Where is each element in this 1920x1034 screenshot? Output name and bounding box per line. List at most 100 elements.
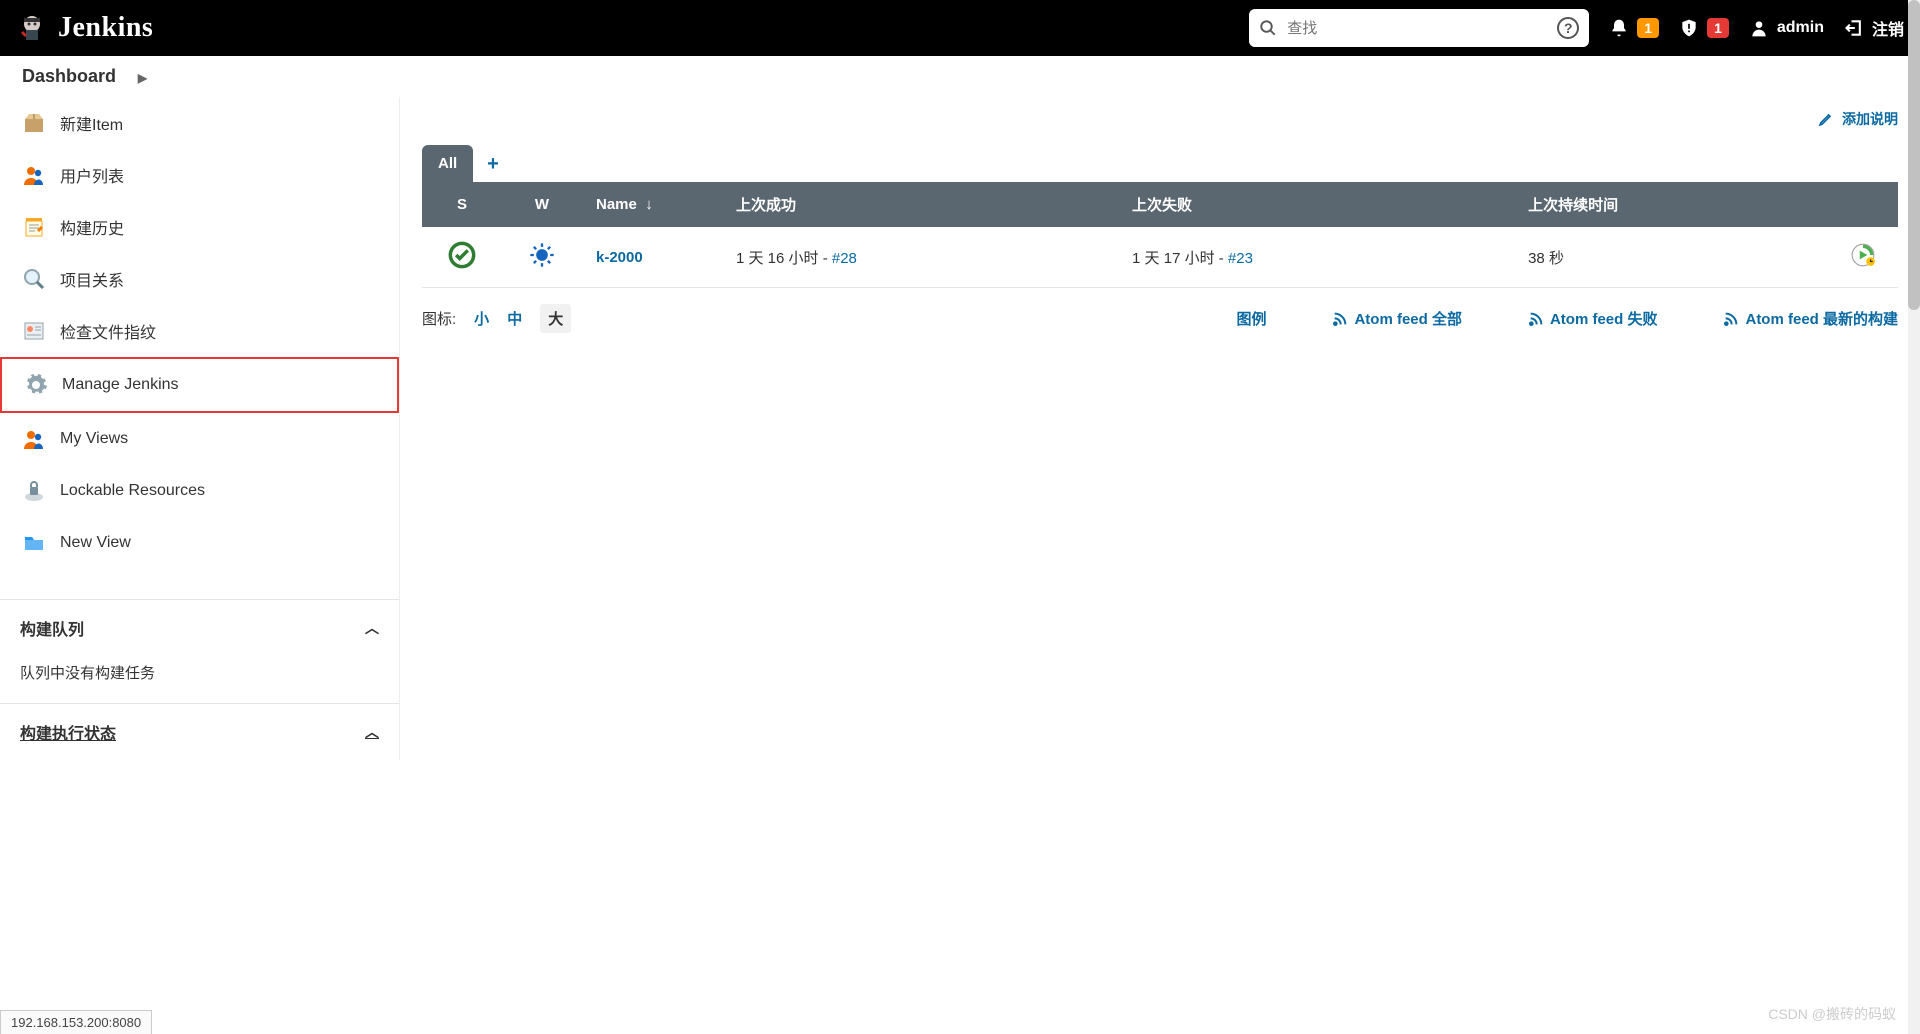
sidebar-item-label: 用户列表 [60, 163, 124, 187]
sidebar-item-fingerprint[interactable]: 检查文件指纹 [0, 305, 399, 357]
build-now-icon[interactable] [1850, 242, 1876, 268]
breadcrumb: Dashboard ▶ [0, 56, 1920, 97]
user-icon [1749, 18, 1769, 38]
col-build [1828, 182, 1898, 227]
sidebar-item-build-history[interactable]: 构建历史 [0, 201, 399, 253]
sidebar-item-label: 项目关系 [60, 267, 124, 291]
sidebar-item-label: Manage Jenkins [62, 376, 179, 394]
sidebar-item-label: 新建Item [60, 111, 123, 135]
sidebar-item-label: 检查文件指纹 [60, 319, 156, 343]
browser-status-bar: 192.168.153.200:8080 [0, 1010, 152, 1034]
executor-status-title: 构建执行状态 [20, 720, 116, 744]
search-box[interactable]: ? [1249, 9, 1589, 47]
sidebar: 新建Item 用户列表 构建历史 项目关系 检查文件指纹 Manage Jenk… [0, 97, 400, 760]
fingerprint-icon [22, 319, 46, 343]
pencil-icon [1818, 111, 1834, 127]
sidebar-item-label: Lockable Resources [60, 482, 205, 500]
notifications-badge: 1 [1637, 18, 1659, 38]
rss-icon [1528, 311, 1544, 327]
sidebar-item-lockable-resources[interactable]: Lockable Resources [0, 465, 399, 517]
tab-all[interactable]: All [422, 145, 473, 182]
rss-icon [1723, 311, 1739, 327]
sidebar-item-my-views[interactable]: My Views [0, 413, 399, 465]
sidebar-item-label: 构建历史 [60, 215, 124, 239]
main-panel: 添加说明 All + S W Name ↓ 上次成功 上次失败 上次持续时间 [400, 97, 1920, 760]
header-bar: Jenkins ? 1 1 admin 注销 [0, 0, 1920, 56]
sidebar-item-manage-jenkins[interactable]: Manage Jenkins [0, 357, 399, 413]
build-queue-title: 构建队列 [20, 616, 84, 640]
icon-size-label: 图标: [422, 308, 456, 329]
folder-icon [22, 531, 46, 555]
magnifier-icon [22, 267, 46, 291]
executor-status-header[interactable]: 构建执行状态 ︿ [0, 703, 399, 760]
shield-alert-icon [1679, 18, 1699, 38]
icon-size-group: 图标: 小 中 大 [422, 304, 571, 333]
search-input[interactable] [1287, 20, 1547, 37]
add-description-link[interactable]: 添加说明 [422, 97, 1898, 145]
table-row: k-2000 1 天 16 小时 - #28 1 天 17 小时 - #23 3… [422, 227, 1898, 288]
bell-icon [1609, 18, 1629, 38]
col-last-failure[interactable]: 上次失败 [1118, 182, 1514, 227]
weather-icon [528, 241, 556, 269]
last-failure-build-link[interactable]: #23 [1228, 250, 1253, 267]
cell-last-failure: 1 天 17 小时 - #23 [1118, 227, 1514, 288]
sidebar-item-label: My Views [60, 430, 128, 448]
add-description-label: 添加说明 [1842, 109, 1898, 129]
col-name[interactable]: Name ↓ [582, 182, 722, 227]
rss-icon [1332, 311, 1348, 327]
scrollbar-thumb[interactable] [1908, 0, 1920, 310]
icon-size-medium[interactable]: 中 [507, 308, 522, 329]
user-name: admin [1777, 19, 1824, 37]
jenkins-logo-icon [16, 12, 48, 44]
col-status[interactable]: S [422, 182, 502, 227]
chevron-up-icon: ︿ [365, 618, 379, 638]
cell-duration: 38 秒 [1514, 227, 1828, 288]
sidebar-item-label: New View [60, 534, 131, 552]
box-icon [22, 111, 46, 135]
col-weather[interactable]: W [502, 182, 582, 227]
sidebar-item-users[interactable]: 用户列表 [0, 149, 399, 201]
logo[interactable]: Jenkins [16, 12, 153, 44]
brand-text: Jenkins [58, 12, 153, 44]
people-icon [22, 427, 46, 451]
icon-size-small[interactable]: 小 [474, 308, 489, 329]
build-queue-header[interactable]: 构建队列 ︿ [0, 599, 399, 656]
icon-size-large[interactable]: 大 [540, 304, 571, 333]
jobs-table: S W Name ↓ 上次成功 上次失败 上次持续时间 [422, 182, 1898, 288]
search-icon [1259, 19, 1277, 37]
logout-icon [1844, 18, 1864, 38]
lock-icon [22, 479, 46, 503]
sidebar-item-project-relationship[interactable]: 项目关系 [0, 253, 399, 305]
logout-label: 注销 [1872, 16, 1904, 40]
gear-icon [24, 373, 48, 397]
cell-last-success: 1 天 16 小时 - #28 [722, 227, 1118, 288]
atom-feed-all-link[interactable]: Atom feed 全部 [1332, 308, 1462, 329]
chevron-right-icon[interactable]: ▶ [138, 71, 147, 85]
legend-link[interactable]: 图例 [1236, 308, 1266, 329]
build-queue-empty: 队列中没有构建任务 [0, 656, 399, 703]
security-alerts-button[interactable]: 1 [1679, 18, 1729, 38]
help-icon[interactable]: ? [1557, 17, 1579, 39]
sidebar-item-new-item[interactable]: 新建Item [0, 97, 399, 149]
atom-feed-latest-link[interactable]: Atom feed 最新的构建 [1723, 308, 1898, 329]
add-view-button[interactable]: + [473, 147, 513, 182]
security-badge: 1 [1707, 18, 1729, 38]
col-last-duration[interactable]: 上次持续时间 [1514, 182, 1828, 227]
table-footer: 图标: 小 中 大 图例 Atom feed 全部 Atom feed 失败 A… [422, 288, 1898, 333]
success-icon [448, 241, 476, 269]
last-success-build-link[interactable]: #28 [832, 250, 857, 267]
sidebar-item-new-view[interactable]: New View [0, 517, 399, 569]
scrollbar[interactable] [1908, 0, 1920, 1034]
chevron-up-icon: ︿ [365, 722, 379, 742]
user-link[interactable]: admin [1749, 18, 1824, 38]
breadcrumb-item[interactable]: Dashboard [22, 66, 116, 86]
job-name-link[interactable]: k-2000 [596, 249, 643, 266]
col-last-success[interactable]: 上次成功 [722, 182, 1118, 227]
notepad-icon [22, 215, 46, 239]
people-icon [22, 163, 46, 187]
view-tabs: All + [422, 145, 1898, 182]
logout-link[interactable]: 注销 [1844, 16, 1904, 40]
notifications-button[interactable]: 1 [1609, 18, 1659, 38]
atom-feed-failures-link[interactable]: Atom feed 失败 [1528, 308, 1658, 329]
watermark: CSDN @搬砖的码蚁 [1768, 1004, 1896, 1024]
